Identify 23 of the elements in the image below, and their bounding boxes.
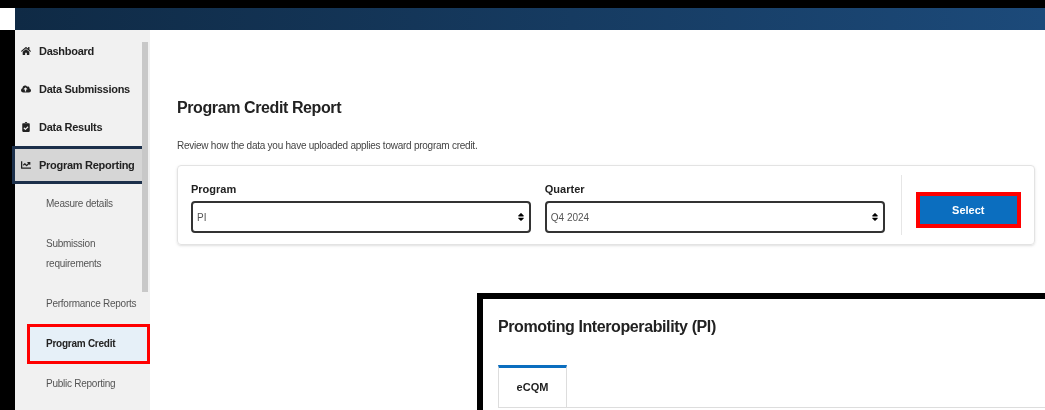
field-label: Program	[191, 181, 238, 197]
tab[interactable]: eCQM	[498, 365, 567, 407]
sidebar-item[interactable]: Data Results	[12, 108, 146, 146]
field-label: Quarter	[544, 181, 586, 197]
inset-title: Promoting Interoperability (PI)	[498, 317, 717, 337]
line-chart-icon	[21, 160, 31, 170]
sidebar-item[interactable]: Program Credit	[27, 324, 150, 364]
sidebar-item[interactable]: Dashboard	[12, 32, 146, 70]
sidebar-item[interactable]: Data Submissions	[12, 70, 146, 108]
sidebar-item[interactable]: Submission requirements	[27, 224, 150, 284]
select-field[interactable]: PI	[191, 201, 531, 234]
sort-icon	[516, 212, 525, 223]
select-field[interactable]: Q4 2024	[544, 201, 885, 234]
sidebar-item[interactable]: Measure details	[27, 184, 150, 224]
select-button[interactable]: Select	[915, 192, 1021, 228]
page-description: Review how the data you have uploaded applies toward program credit.	[177, 139, 479, 153]
home-icon	[21, 46, 31, 56]
page-title: Program Credit Report	[177, 98, 343, 118]
cloud-upload-icon	[21, 84, 31, 94]
sort-icon	[870, 212, 879, 223]
clipboard-icon	[21, 122, 31, 132]
sidebar-item[interactable]: Public Reporting	[27, 364, 150, 404]
sidebar-item[interactable]: Performance Reports	[27, 284, 150, 324]
